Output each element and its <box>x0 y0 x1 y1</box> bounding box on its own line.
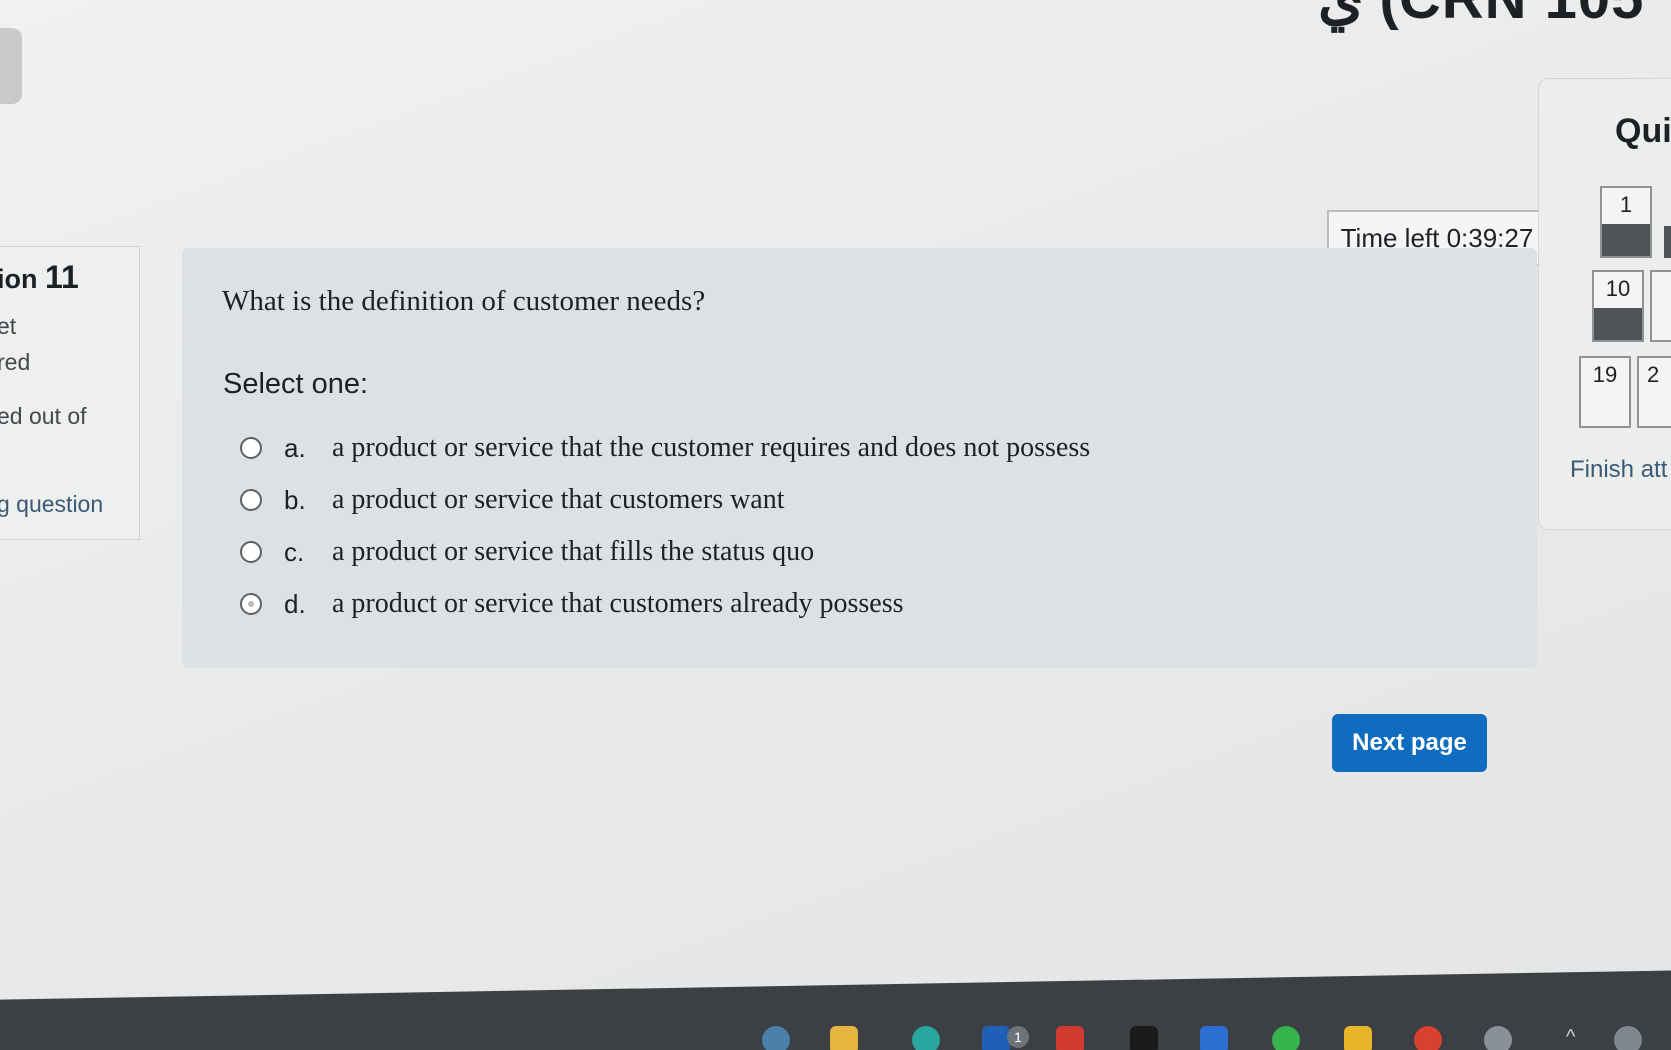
answer-letter: b. <box>284 484 306 515</box>
marks-label: ed out of <box>0 403 87 429</box>
cloud-icon[interactable] <box>1614 1026 1642 1050</box>
answer-text: a product or service that customers alre… <box>332 588 904 619</box>
notification-badge: 1 <box>1007 1026 1029 1048</box>
question-number-heading: ion 11 <box>0 259 79 296</box>
quiz-nav-question-2-edge[interactable] <box>1664 226 1671 258</box>
quiz-nav-number: 10 <box>1605 276 1631 301</box>
answer-option-c[interactable]: c. a product or service that fills the s… <box>240 532 1190 572</box>
course-title: ي (CRN 105 <box>1318 0 1644 32</box>
answer-option-d[interactable]: d. a product or service that customers a… <box>240 584 1190 624</box>
whatsapp-icon[interactable] <box>1272 1026 1300 1050</box>
quiz-nav-number: 19 <box>1592 362 1618 387</box>
answer-letter: c. <box>284 536 305 567</box>
quiz-navigation-title: Qui <box>1615 112 1671 150</box>
store-icon[interactable] <box>1200 1026 1228 1050</box>
answer-text: a product or service that fills the stat… <box>332 536 815 567</box>
answer-text: a product or service that customers want <box>332 484 785 515</box>
radio-button[interactable] <box>240 437 262 459</box>
settings-gear-icon[interactable] <box>1484 1026 1512 1050</box>
answer-status-2: red <box>0 349 31 375</box>
gmail-icon[interactable] <box>1056 1026 1084 1050</box>
chrome-icon[interactable] <box>1414 1026 1442 1050</box>
flag-question-link[interactable]: g question <box>0 491 103 518</box>
finish-attempt-link[interactable]: Finish att <box>1570 456 1667 484</box>
radio-button[interactable] <box>240 593 262 615</box>
answer-option-a[interactable]: a. a product or service that the custome… <box>240 428 1190 468</box>
top-left-tab[interactable] <box>0 28 22 104</box>
radio-button[interactable] <box>240 541 262 563</box>
app-icon[interactable] <box>762 1026 790 1050</box>
question-label: ion <box>0 264 38 294</box>
quiz-nav-number: 1 <box>1619 192 1633 217</box>
answered-indicator <box>1602 224 1650 256</box>
question-info-block: ion 11 et red ed out of g question <box>0 246 140 540</box>
question-text: What is the definition of customer needs… <box>222 285 706 317</box>
shield-icon[interactable] <box>1344 1026 1372 1050</box>
answer-text: a product or service that the customer r… <box>332 432 1091 463</box>
chevron-up-icon[interactable]: ^ <box>1566 1026 1586 1050</box>
answered-indicator <box>1594 308 1642 340</box>
answer-letter: a. <box>284 432 306 463</box>
folder-icon[interactable] <box>830 1026 858 1050</box>
radio-button[interactable] <box>240 489 262 511</box>
next-page-button[interactable]: Next page <box>1332 714 1487 772</box>
quiz-nav-question-11-edge[interactable] <box>1650 270 1671 342</box>
quiz-nav-question-1[interactable]: 1 <box>1600 186 1652 258</box>
answer-status: et <box>0 313 17 339</box>
question-number: 11 <box>45 259 79 295</box>
quiz-nav-number: 2 <box>1647 362 1660 387</box>
quiz-page: ي (CRN 105 ion 11 et red ed out of g que… <box>0 0 1671 1050</box>
dropbox-icon[interactable] <box>1130 1026 1158 1050</box>
answer-option-b[interactable]: b. a product or service that customers w… <box>240 480 1190 520</box>
edge-browser-icon[interactable] <box>912 1026 940 1050</box>
quiz-nav-question-20-edge[interactable]: 2 <box>1637 356 1671 428</box>
teams-icon[interactable] <box>982 1026 1010 1050</box>
quiz-nav-question-19[interactable]: 19 <box>1579 356 1631 428</box>
quiz-nav-question-10[interactable]: 10 <box>1592 270 1644 342</box>
answer-letter: d. <box>284 588 306 619</box>
select-prompt: Select one: <box>223 368 369 400</box>
